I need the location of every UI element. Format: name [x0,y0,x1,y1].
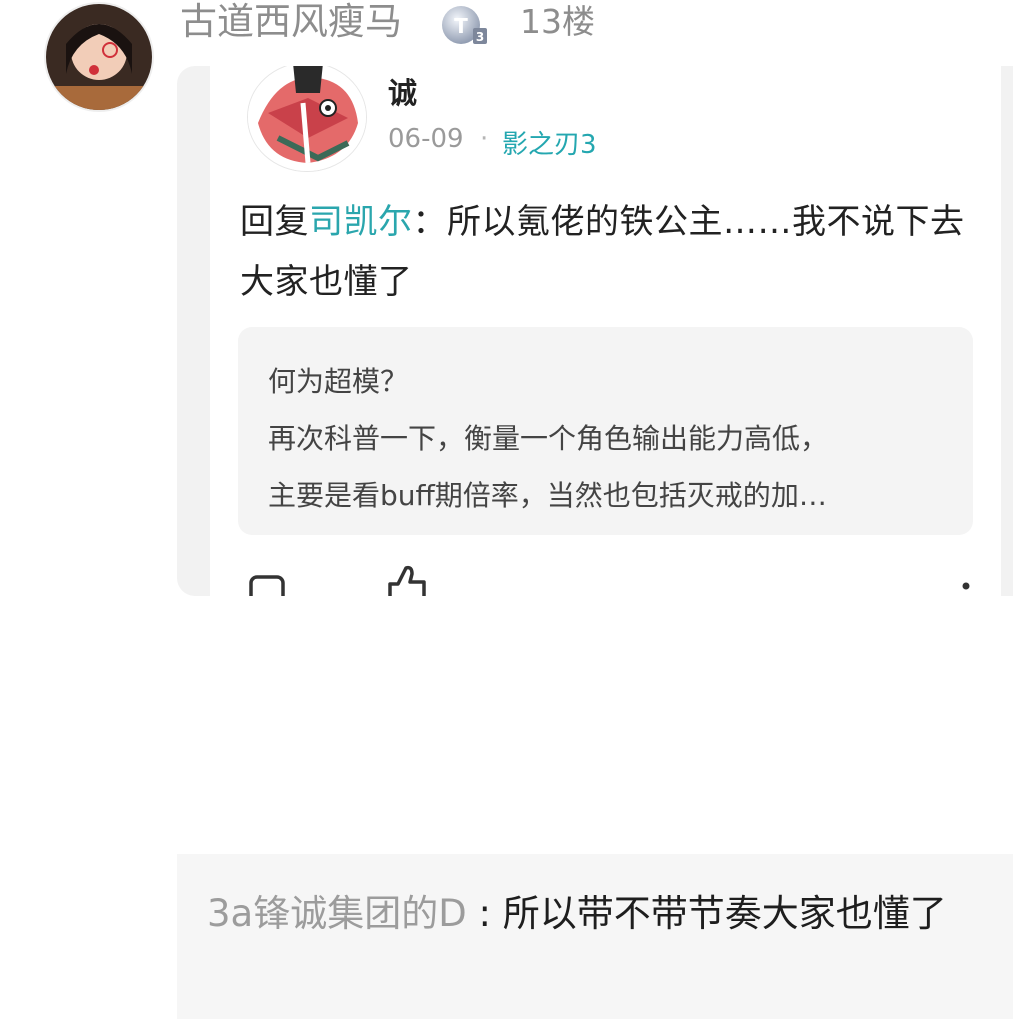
quote-line: 再次科普一下，衡量一个角色输出能力高低， [268,422,829,455]
quote-line: 何为超模？ [268,365,409,398]
reply-author-link[interactable]: 3a锋诚集团的D [207,892,467,935]
svg-text:3: 3 [476,30,484,44]
quote-line: 主要是看buff期倍率，当然也包括灭戒的加… [268,479,827,512]
quoted-date: 06-09 [388,124,464,154]
quoted-post-preview: 何为超模？ 再次科普一下，衡量一个角色输出能力高低， 主要是看buff期倍率，当… [238,327,973,535]
more-dot-icon [962,582,970,590]
quoted-comment-body: 回复司凯尔：所以氪佬的铁公主……我不说下去大家也懂了 [240,192,980,312]
thumbs-up-icon [388,565,426,596]
svg-text:T: T [454,14,468,38]
user-avatar[interactable] [46,4,152,110]
comment-icon [249,575,285,596]
quoted-comment-card: 诚 06-09 · 影之刃3 回复司凯尔：所以氪佬的铁公主……我不说下去大家也懂… [210,66,1001,596]
reply-separator: : [466,892,503,935]
quoted-screenshot: 诚 06-09 · 影之刃3 回复司凯尔：所以氪佬的铁公主……我不说下去大家也懂… [177,66,1013,596]
level-badge-icon: T 3 [441,4,489,46]
comment-thread: 古道西风瘦马 T 3 13楼 诚 06-09 · 影之刃3 回复司凯尔：所以氪佬… [0,0,1013,1019]
quoted-author-avatar [247,66,367,172]
username[interactable]: 古道西风瘦马 [180,0,402,44]
reply-text: 3a锋诚集团的D : 所以带不带节奏大家也懂了 [207,884,997,944]
reply-prefix: 回复 [240,202,309,242]
floor-number: 13楼 [520,2,595,41]
reply-content: 所以带不带节奏大家也懂了 [502,892,947,935]
reply-target-link: 司凯尔 [309,202,413,242]
quoted-game-tag: 影之刃3 [502,130,597,160]
separator-dot: · [480,124,489,154]
reply-block[interactable]: 3a锋诚集团的D : 所以带不带节奏大家也懂了 [177,854,1013,1019]
quoted-post-text: 何为超模？ 再次科普一下，衡量一个角色输出能力高低， 主要是看buff期倍率，当… [268,353,958,524]
quoted-author-name: 诚 [388,76,418,110]
